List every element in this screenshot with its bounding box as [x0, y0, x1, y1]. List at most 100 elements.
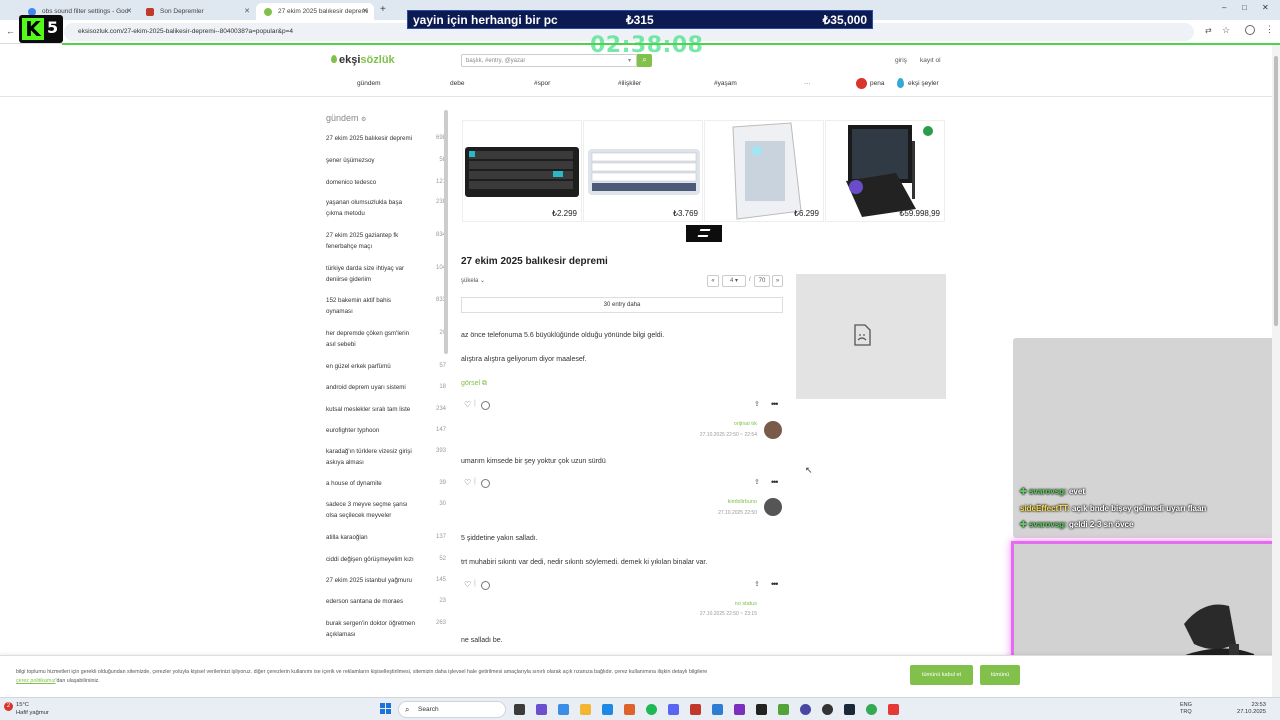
spotify-icon[interactable]	[646, 704, 657, 715]
sidebar-item[interactable]: ederson santana de moraes 23	[326, 596, 446, 607]
ad-placeholder[interactable]	[796, 274, 946, 399]
nav-yasam[interactable]: #yaşam	[714, 80, 737, 87]
nav-spor[interactable]: #spor	[534, 80, 550, 87]
heart-icon[interactable]: ♡	[464, 580, 471, 589]
prev-page-button[interactable]: «	[707, 275, 719, 287]
close-window-button[interactable]: ✕	[1262, 3, 1269, 12]
nav-gundem[interactable]: gündem	[357, 80, 381, 87]
heart-icon[interactable]: ♡	[464, 478, 471, 487]
system-clock[interactable]: 23:53 27.10.2025	[1206, 702, 1266, 716]
cookie-policy-link[interactable]: çerez politikamız	[16, 678, 55, 684]
entry-date[interactable]: 27.10.2025 22:50 ~ 22:54	[680, 432, 757, 438]
heart-icon[interactable]: ♡	[464, 400, 471, 409]
site-logo[interactable]: ekşisözlük	[331, 54, 395, 66]
nav-debe[interactable]: debe	[450, 80, 464, 87]
entry-date[interactable]: 27.10.2025 22:50 ~ 23:15	[680, 611, 757, 617]
share-icon[interactable]: ⇪	[754, 478, 760, 486]
task-view-icon[interactable]	[514, 704, 525, 715]
nav-iliskiler[interactable]: #ilişkiler	[618, 80, 641, 87]
page-total-button[interactable]: 70	[754, 275, 770, 287]
login-link[interactable]: giriş	[895, 57, 907, 64]
nav-more[interactable]: ···	[804, 80, 811, 87]
entry-author[interactable]: orijinal tık	[700, 421, 757, 427]
file-explorer-icon[interactable]	[580, 704, 591, 715]
vscode-icon[interactable]	[712, 704, 723, 715]
ad-product-keyboard-black[interactable]: ₺2.299	[462, 120, 582, 222]
sidebar-item[interactable]: 27 ekim 2025 balıkesir depremi 698	[326, 133, 446, 144]
app-icon[interactable]	[734, 704, 745, 715]
minus-vote-icon[interactable]	[481, 479, 490, 488]
new-tab-button[interactable]: +	[380, 4, 386, 15]
sidebar-item[interactable]: karadağ'ın türklere vizesiz girişi askıy…	[326, 446, 446, 468]
page-select[interactable]: 4 ▾	[722, 275, 746, 287]
translate-icon[interactable]: ⇄	[1205, 26, 1212, 35]
avatar[interactable]	[764, 421, 782, 439]
accept-all-button[interactable]: tümünü kabul et	[910, 665, 973, 685]
app-icon[interactable]	[602, 704, 613, 715]
sidebar-item[interactable]: 27 ekim 2025 istanbul yağmuru 145	[326, 575, 446, 586]
register-link[interactable]: kayıt ol	[920, 57, 941, 64]
sidebar-item[interactable]: burak sergen'in doktor öğretmen açıklama…	[326, 618, 446, 640]
weather-widget[interactable]: 15°C Hafif yağmur	[16, 701, 49, 717]
steam-icon[interactable]	[844, 704, 855, 715]
app-icon[interactable]	[558, 704, 569, 715]
back-arrow-icon[interactable]: ←	[6, 26, 15, 36]
sort-dropdown[interactable]: şükela ⌄	[461, 277, 485, 284]
ad-product-keyboard-white[interactable]: ₺3.769	[583, 120, 703, 222]
app-icon[interactable]	[778, 704, 789, 715]
ad-product-gpu[interactable]: ₺59.998,99	[825, 120, 945, 222]
sidebar-item[interactable]: 27 ekim 2025 gaziantep fk fenerbahçe maç…	[326, 230, 446, 252]
entry-author[interactable]: kimbilirbuno	[700, 499, 757, 505]
obs-icon[interactable]	[800, 704, 811, 715]
entry-author[interactable]: no status	[700, 601, 757, 607]
search-input[interactable]: başlık, #entry, @yazar ▾	[461, 54, 637, 67]
minus-vote-icon[interactable]	[481, 401, 490, 410]
nav-pena[interactable]: pena	[870, 80, 884, 87]
entry-image-link[interactable]: görsel ⧉	[461, 380, 487, 388]
more-options-icon[interactable]: •••	[771, 399, 779, 409]
page-scrollbar-thumb[interactable]	[1274, 56, 1278, 326]
close-tab-icon[interactable]: ✕	[362, 7, 368, 15]
share-icon[interactable]: ⇪	[754, 400, 760, 408]
sidebar-item[interactable]: domenico tedesco 121	[326, 177, 446, 188]
sidebar-item[interactable]: yaşanan olumsuzlukla başa çıkma metodu 23…	[326, 197, 446, 219]
avatar[interactable]	[764, 498, 782, 516]
maximize-button[interactable]: □	[1242, 3, 1247, 12]
nav-eksi-seyler[interactable]: ekşi şeyler	[908, 80, 939, 87]
app-icon[interactable]	[690, 704, 701, 715]
entry-date[interactable]: 27.10.2025 22:50	[680, 510, 757, 516]
app-icon[interactable]	[822, 704, 833, 715]
taskbar-search[interactable]: ⌕ Search	[398, 701, 506, 718]
brave-icon[interactable]	[624, 704, 635, 715]
minus-vote-icon[interactable]	[481, 581, 490, 590]
sidebar-item[interactable]: kutsal meslekler sıralı tam liste 234	[326, 404, 446, 415]
chrome-icon[interactable]	[866, 704, 877, 715]
language-indicator[interactable]: ENG TRQ	[1180, 702, 1192, 716]
sidebar-item[interactable]: sadece 3 meyve seçme şansı olsa seçilece…	[326, 499, 446, 521]
windows-start-icon[interactable]	[380, 703, 392, 715]
share-icon[interactable]: ⇪	[754, 580, 760, 588]
sidebar-item[interactable]: eurofighter typhoon 147	[326, 425, 446, 436]
search-button[interactable]: ⌕	[637, 54, 652, 67]
sidebar-item[interactable]: 152 bakemin aktif bahis oynaması 833	[326, 295, 446, 317]
more-options-icon[interactable]: •••	[771, 579, 779, 589]
close-tab-icon[interactable]: ✕	[126, 7, 132, 15]
more-entries-button[interactable]: 30 entry daha	[461, 297, 783, 313]
sidebar-item[interactable]: a house of dynamite 39	[326, 478, 446, 489]
app-icon[interactable]	[756, 704, 767, 715]
topic-title[interactable]: 27 ekim 2025 balıkesir depremi	[461, 256, 608, 267]
app-icon[interactable]	[536, 704, 547, 715]
tab-son-depremler[interactable]: Son Depremler ✕	[138, 3, 256, 20]
discord-icon[interactable]	[668, 704, 679, 715]
menu-icon[interactable]: ⋮	[1265, 24, 1274, 35]
star-icon[interactable]: ☆	[1222, 25, 1230, 36]
reject-all-button[interactable]: tümünü	[980, 665, 1020, 685]
app-icon[interactable]	[888, 704, 899, 715]
sidebar-item[interactable]: en güzel erkek parfümü 57	[326, 361, 446, 372]
chevron-down-icon[interactable]: ▾	[628, 57, 631, 64]
tab-eksi-active[interactable]: 27 ekim 2025 balıkesir depremi ✕	[256, 3, 374, 20]
close-tab-icon[interactable]: ✕	[244, 7, 250, 15]
ad-product-pc-case[interactable]: ₺6.299	[704, 120, 824, 222]
sidebar-item[interactable]: şener üşümezsoy 58	[326, 155, 446, 166]
sidebar-item[interactable]: türkiye darda size ihtiyaç var deniirse …	[326, 263, 446, 285]
